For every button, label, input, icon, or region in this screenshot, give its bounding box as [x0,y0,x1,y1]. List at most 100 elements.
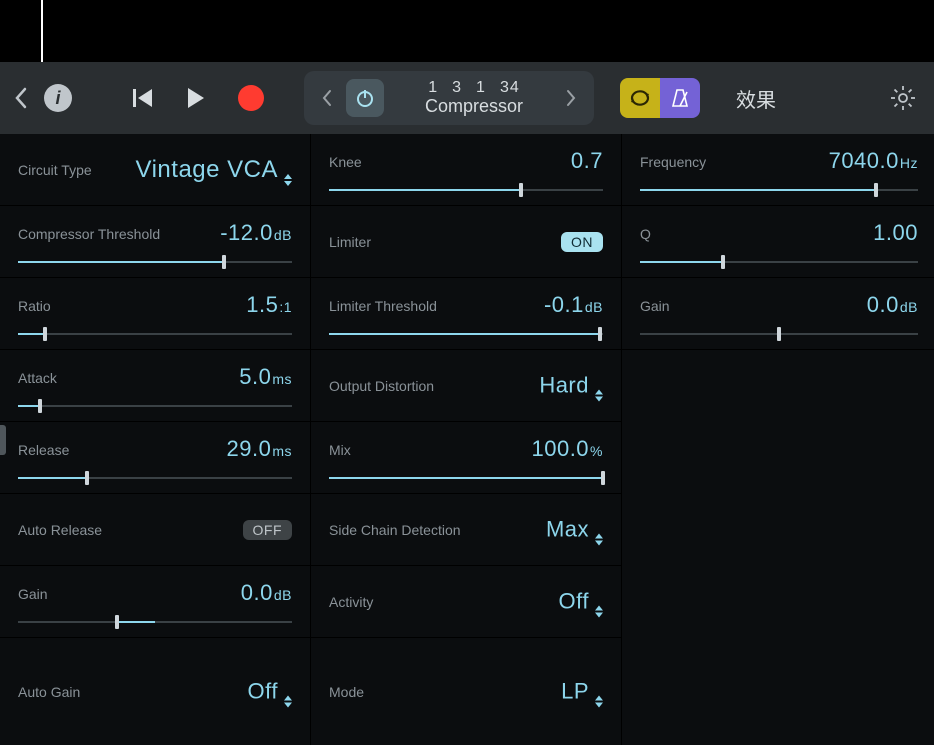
param-label: Ratio [18,298,51,314]
param-label: Q [640,226,651,242]
chevron-left-icon [14,87,28,109]
param-label: Gain [18,586,48,602]
slot-num: 1 [428,79,438,97]
param-column-2: Knee 0.7 Limiter ON Limiter Threshold -0… [311,134,621,745]
param-column-3: Frequency 7040.0Hz Q 1.00 Gain 0.0dB [622,134,934,745]
ratio-slider[interactable]: Ratio 1.5:1 [0,278,310,350]
param-label: Compressor Threshold [18,226,160,242]
param-label: Attack [18,370,57,386]
slider-track[interactable] [18,477,292,479]
param-label: Limiter [329,234,371,250]
param-value: 5.0ms [239,364,292,390]
chevron-right-icon [566,89,576,107]
play-button[interactable] [186,87,206,109]
select-arrows-icon [595,695,603,707]
section-title: 效果 [736,84,776,113]
play-icon [186,87,206,109]
next-plugin-button[interactable] [558,89,584,107]
gear-icon [890,85,916,111]
param-value: 1.5:1 [246,292,292,318]
slider-track[interactable] [329,189,603,191]
slider-track[interactable] [640,261,918,263]
slot-num: 34 [500,79,520,97]
param-value: -12.0dB [220,220,292,246]
go-to-start-button[interactable] [132,88,154,108]
select-arrows-icon [595,533,603,545]
slider-track[interactable] [329,477,603,479]
q-slider[interactable]: Q 1.00 [622,206,934,278]
param-value: Off [248,678,292,705]
param-value: 1.00 [873,220,918,246]
param-value: -0.1dB [544,292,603,318]
release-slider[interactable]: Release 29.0ms [0,422,310,494]
chevron-left-icon [322,89,332,107]
knee-slider[interactable]: Knee 0.7 [311,134,621,206]
param-label: Mix [329,442,351,458]
top-toolbar: i 1 3 1 [0,62,934,134]
mode-select[interactable]: Mode LP [311,638,621,745]
slider-track[interactable] [18,621,292,623]
attack-slider[interactable]: Attack 5.0ms [0,350,310,422]
annotation-callout-line [41,0,43,62]
param-label: Gain [640,298,670,314]
limiter-threshold-slider[interactable]: Limiter Threshold -0.1dB [311,278,621,350]
settings-button[interactable] [890,85,916,111]
param-label: Mode [329,684,364,700]
param-label: Limiter Threshold [329,298,437,314]
param-value: 0.0dB [867,292,918,318]
select-arrows-icon [595,605,603,617]
param-value: Vintage VCA [136,156,292,184]
param-label: Knee [329,154,362,170]
scroll-indicator[interactable] [0,425,6,455]
back-button[interactable] [0,62,42,134]
slider-track[interactable] [18,333,292,335]
frequency-slider[interactable]: Frequency 7040.0Hz [622,134,934,206]
slot-num: 3 [452,79,462,97]
param-value: 0.7 [571,148,603,174]
auto-release-toggle[interactable]: Auto Release OFF [0,494,310,566]
slider-track[interactable] [329,333,603,335]
param-label: Release [18,442,69,458]
sidechain-detection-select[interactable]: Side Chain Detection Max [311,494,621,566]
plugin-name: Compressor [425,97,523,117]
info-icon: i [55,88,60,109]
loop-mode-button[interactable] [620,78,660,118]
param-value: OFF [243,520,293,540]
param-column-1: Circuit Type Vintage VCA Compressor Thre… [0,134,310,745]
slider-track[interactable] [18,405,292,407]
loop-icon [628,89,652,107]
slider-track[interactable] [18,261,292,263]
info-button[interactable]: i [44,84,72,112]
limiter-toggle[interactable]: Limiter ON [311,206,621,278]
activity-select[interactable]: Activity Off [311,566,621,638]
sidechain-gain-slider[interactable]: Gain 0.0dB [622,278,934,350]
plugin-title-area[interactable]: 1 3 1 34 Compressor [390,79,558,116]
circuit-type-select[interactable]: Circuit Type Vintage VCA [0,134,310,206]
slider-track[interactable] [640,189,918,191]
param-label: Output Distortion [329,378,434,394]
output-distortion-select[interactable]: Output Distortion Hard [311,350,621,422]
metronome-mode-button[interactable] [660,78,700,118]
param-label: Auto Gain [18,684,80,700]
view-mode-buttons [620,78,700,118]
param-value: 29.0ms [227,436,293,462]
record-icon [238,85,264,111]
threshold-slider[interactable]: Compressor Threshold -12.0dB [0,206,310,278]
parameter-grid: Circuit Type Vintage VCA Compressor Thre… [0,134,934,745]
param-value: ON [561,232,603,252]
auto-gain-select[interactable]: Auto Gain Off [0,638,310,745]
param-value: 0.0dB [241,580,292,606]
prev-plugin-button[interactable] [314,89,340,107]
record-button[interactable] [238,85,264,111]
param-value: Max [546,516,603,543]
slider-track[interactable] [640,333,918,335]
param-label: Frequency [640,154,706,170]
transport-controls [132,85,264,111]
power-icon [355,88,375,108]
plugin-power-button[interactable] [346,79,384,117]
param-label: Activity [329,594,373,610]
makeup-gain-slider[interactable]: Gain 0.0dB [0,566,310,638]
mix-slider[interactable]: Mix 100.0% [311,422,621,494]
param-value: 100.0% [531,436,603,462]
plugin-navigator: 1 3 1 34 Compressor [304,71,594,125]
